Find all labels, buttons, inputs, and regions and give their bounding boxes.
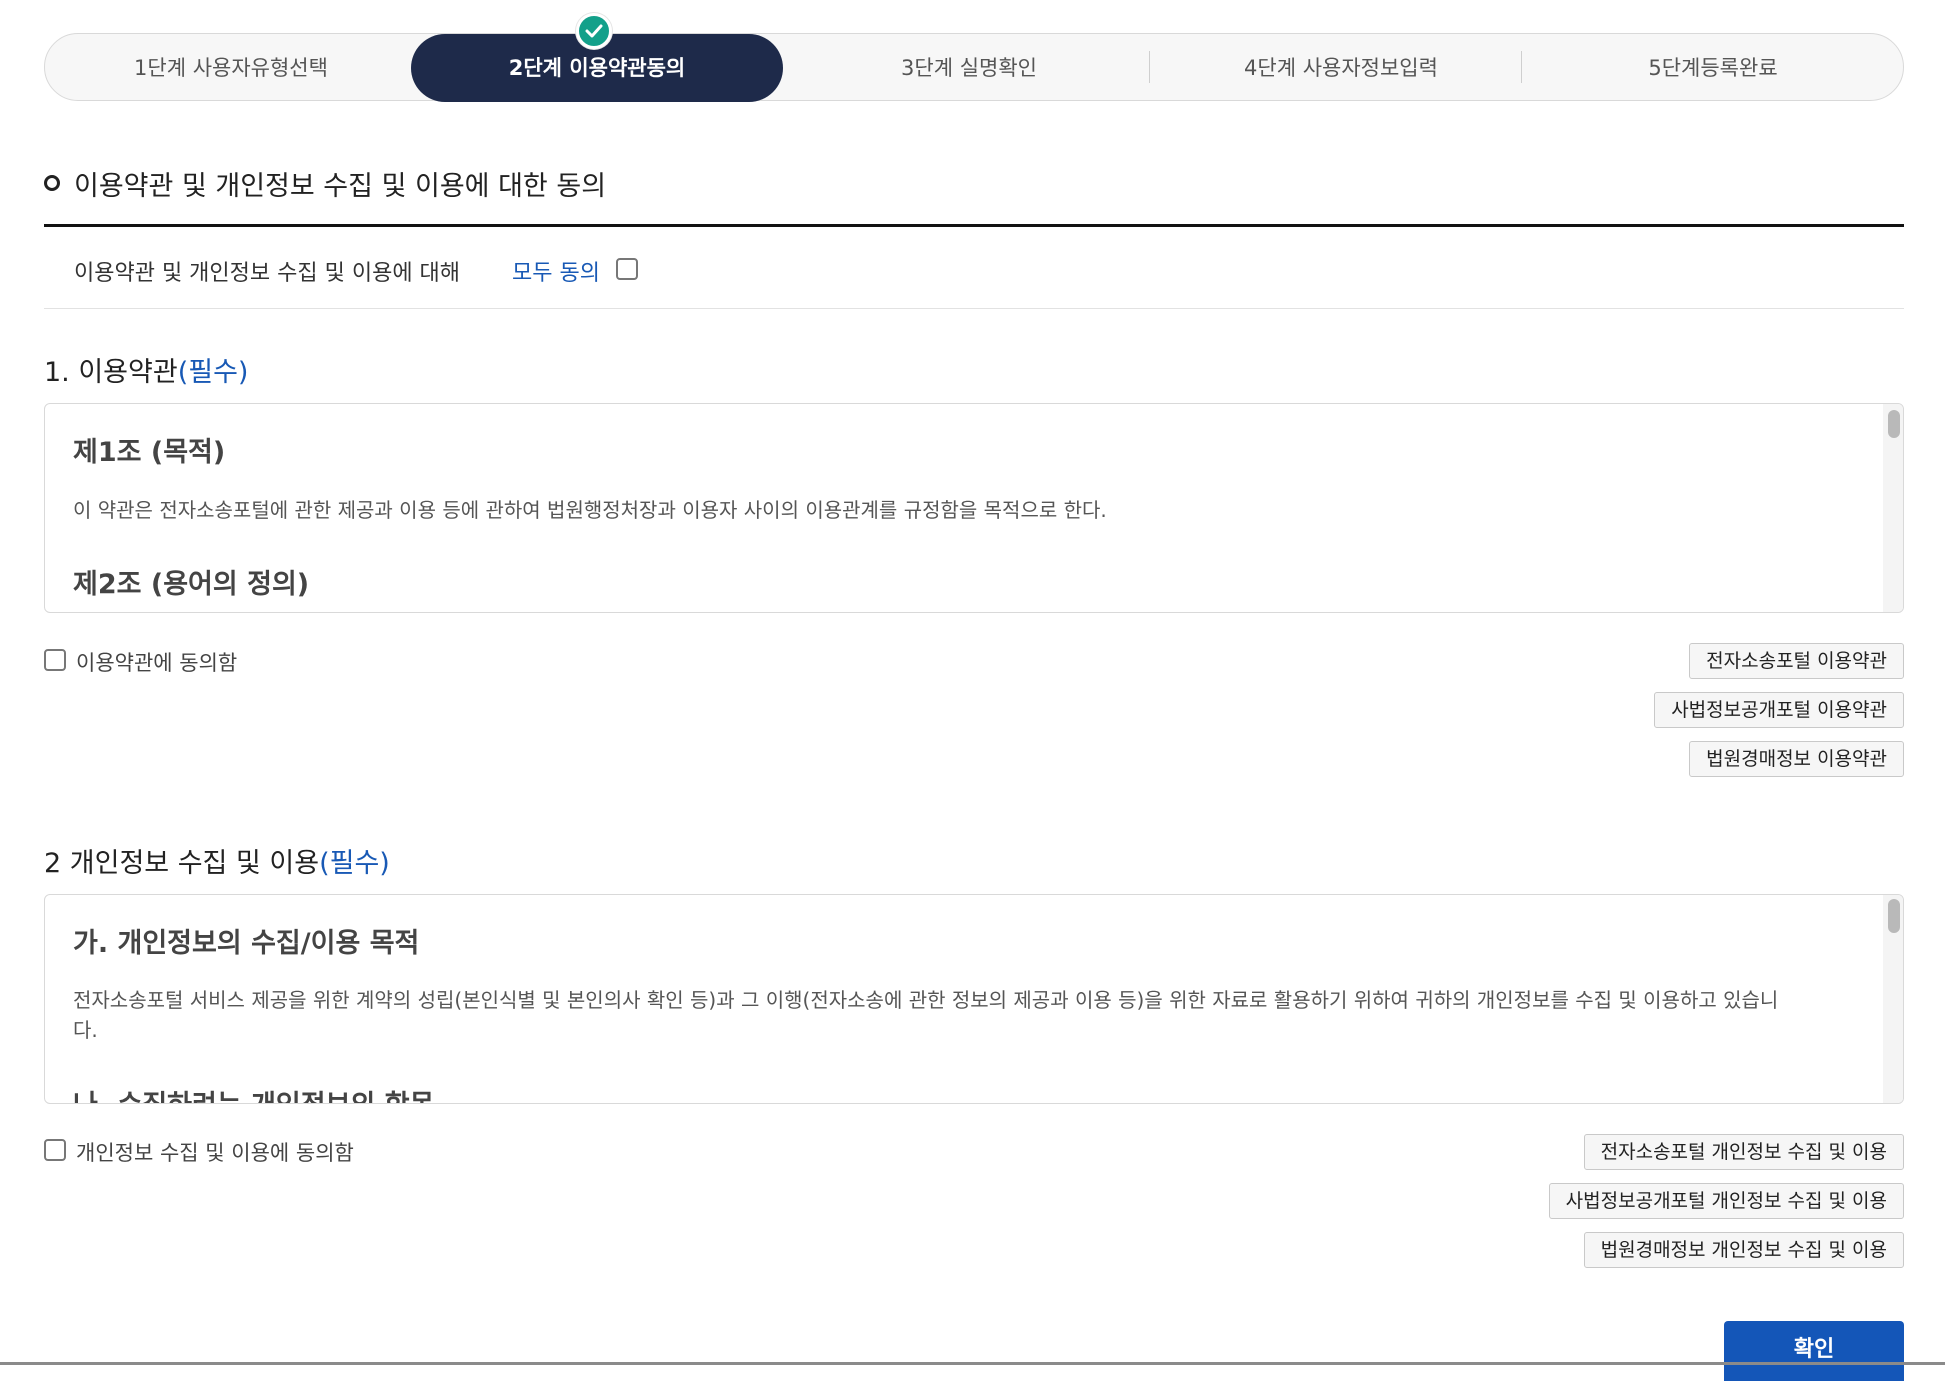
article-heading: 제2조 (용어의 정의) bbox=[73, 569, 310, 600]
step-5: 5단계등록완료 bbox=[1648, 56, 1778, 80]
required-tag: (필수) bbox=[177, 357, 249, 388]
privacy-content-box[interactable]: 가. 개인정보의 수집/이용 목적 전자소송포털 서비스 제공을 위한 계약의 … bbox=[44, 894, 1904, 1104]
privacy-agree-label[interactable]: 개인정보 수집 및 이용에 동의함 bbox=[76, 1137, 354, 1167]
scrollbar[interactable] bbox=[1883, 895, 1903, 1103]
step-divider bbox=[1521, 51, 1522, 83]
section-heading: 이용약관 및 개인정보 수집 및 이용에 대한 동의 bbox=[44, 160, 1904, 204]
scrollbar[interactable] bbox=[1883, 404, 1903, 612]
article-heading: 나. 수집하려는 개인정보의 항목 bbox=[73, 1083, 434, 1103]
agree-all-checkbox[interactable] bbox=[616, 258, 638, 280]
auction-privacy-button[interactable]: 법원경매정보 개인정보 수집 및 이용 bbox=[1583, 1232, 1904, 1268]
divider bbox=[44, 308, 1904, 309]
terms-agree-label[interactable]: 이용약관에 동의함 bbox=[76, 647, 237, 677]
divider bbox=[44, 224, 1904, 227]
step-1: 1단계 사용자유형선택 bbox=[134, 56, 328, 80]
terms-content-box[interactable]: 제1조 (목적) 이 약관은 전자소송포털에 관한 제공과 이용 등에 관하여 … bbox=[44, 403, 1904, 613]
ecourt-privacy-button[interactable]: 전자소송포털 개인정보 수집 및 이용 bbox=[1583, 1134, 1904, 1170]
article-text: 전자소송포털 서비스 제공을 위한 계약의 성립(본인식별 및 본인의사 확인 … bbox=[73, 988, 1779, 1012]
bullet-ring-icon bbox=[44, 175, 60, 191]
agree-all-link[interactable]: 모두 동의 bbox=[512, 255, 600, 287]
article-heading: 제1조 (목적) bbox=[73, 437, 226, 468]
check-icon bbox=[576, 13, 612, 49]
step-3: 3단계 실명확인 bbox=[901, 56, 1037, 80]
section-title: 이용약관 및 개인정보 수집 및 이용에 대한 동의 bbox=[74, 171, 607, 202]
ecourt-terms-button[interactable]: 전자소송포털 이용약관 bbox=[1689, 643, 1904, 679]
terms-agree-checkbox[interactable] bbox=[44, 649, 66, 671]
privacy-agree-checkbox[interactable] bbox=[44, 1139, 66, 1161]
judicial-info-terms-button[interactable]: 사법정보공개포털 이용약관 bbox=[1654, 692, 1904, 728]
step-progress-bar: 1단계 사용자유형선택 2단계 이용약관동의 3단계 실명확인 4단계 사용자정… bbox=[44, 33, 1904, 102]
terms-title-text: 1. 이용약관 bbox=[44, 357, 178, 388]
article-text: 이 약관은 전자소송포털에 관한 제공과 이용 등에 관하여 법원행정처장과 이… bbox=[73, 498, 1107, 522]
article-heading: 가. 개인정보의 수집/이용 목적 bbox=[73, 928, 420, 959]
scrollbar-thumb[interactable] bbox=[1888, 410, 1900, 438]
privacy-title: 2 개인정보 수집 및 이용(필수) bbox=[44, 841, 390, 880]
confirm-button[interactable]: 확인 bbox=[1724, 1321, 1904, 1381]
required-tag: (필수) bbox=[319, 848, 390, 879]
agree-all-text: 이용약관 및 개인정보 수집 및 이용에 대해 bbox=[74, 261, 461, 286]
privacy-title-text: 2 개인정보 수집 및 이용 bbox=[44, 848, 320, 879]
step-divider bbox=[1149, 51, 1150, 83]
auction-terms-button[interactable]: 법원경매정보 이용약관 bbox=[1689, 741, 1904, 777]
step-4: 4단계 사용자정보입력 bbox=[1244, 56, 1438, 80]
article-text: 다. bbox=[73, 1018, 98, 1042]
scrollbar-thumb[interactable] bbox=[1888, 899, 1900, 933]
terms-title: 1. 이용약관(필수) bbox=[44, 350, 248, 389]
judicial-info-privacy-button[interactable]: 사법정보공개포털 개인정보 수집 및 이용 bbox=[1548, 1183, 1904, 1219]
